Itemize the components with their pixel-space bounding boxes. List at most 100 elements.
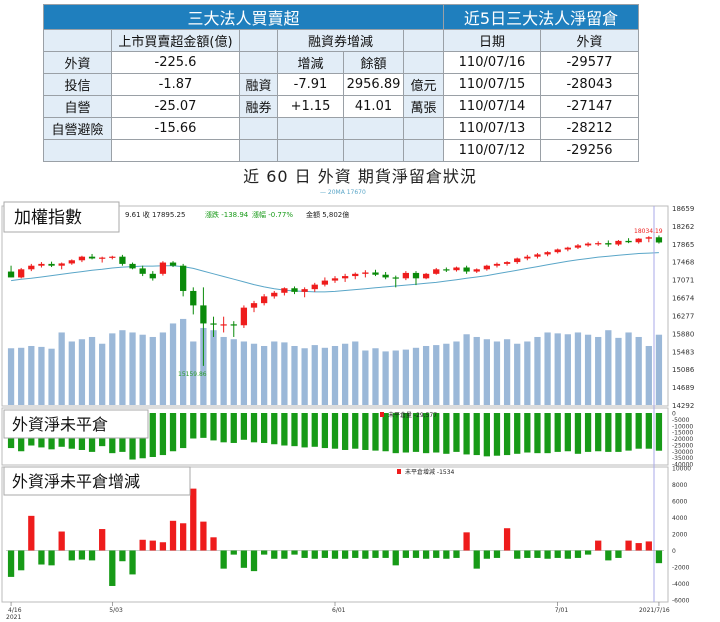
y-tick-label: 16674	[672, 295, 695, 303]
header-date: 日期	[443, 29, 541, 52]
net-foreign: -29577	[540, 51, 639, 74]
oi-legend: 未平倉量 -29,577	[388, 411, 437, 419]
candle-body	[524, 256, 531, 259]
candle-body	[190, 290, 197, 306]
futures-chart: 18659 18262 17865 17468 17071 16674 16277 15880…	[1, 189, 695, 621]
oi-bar	[503, 413, 511, 456]
volume-bar	[271, 341, 278, 405]
margin-name: 融券	[239, 95, 278, 118]
change-bar	[655, 550, 663, 564]
candle-body	[392, 277, 399, 279]
y-tick-label: 4000	[672, 515, 687, 522]
change-bar	[291, 550, 298, 555]
candle-body	[99, 257, 106, 259]
volume-bar	[382, 351, 389, 405]
candle-body	[412, 272, 420, 279]
index-change: 漲跌 -138.94	[205, 210, 249, 219]
volume-bar	[625, 332, 632, 405]
candle-body	[645, 237, 652, 239]
candle-body	[78, 256, 86, 261]
volume-bar	[574, 332, 582, 405]
oi-bar	[281, 413, 288, 446]
oi-bar	[544, 413, 551, 454]
candle-body	[554, 249, 561, 253]
change-bar	[625, 540, 632, 551]
volume-bar	[433, 345, 440, 405]
candle-body	[473, 269, 480, 272]
oi-bar	[352, 413, 359, 449]
x-tick-label: 4/16	[8, 607, 22, 614]
oi-bar	[301, 413, 308, 448]
change-bar	[99, 529, 106, 551]
change-bar	[240, 550, 248, 568]
oi-bar	[311, 413, 318, 447]
oi-bar	[655, 413, 663, 451]
candle-body	[372, 272, 379, 275]
volume-bar	[149, 336, 156, 405]
candle-body	[220, 324, 227, 326]
x-tick-label: 6/01	[332, 607, 346, 614]
index-info: 9.61 收 17895.25	[125, 210, 185, 219]
change-bar	[615, 550, 622, 558]
chart-title: 近 60 日 外資 期貨淨留倉狀況	[243, 167, 477, 186]
margin-blank	[403, 139, 444, 162]
volume-bar	[605, 330, 612, 405]
candle-body	[655, 237, 663, 243]
candle-body	[463, 267, 470, 272]
change-bar	[372, 550, 379, 558]
oi-bar	[271, 413, 278, 445]
margin-blank	[343, 117, 404, 140]
header-blank	[239, 29, 278, 52]
header-foreign: 外資	[540, 29, 639, 52]
y-tick-label: 15483	[672, 348, 694, 356]
row-name: 外資	[43, 51, 112, 74]
row-blank	[43, 139, 112, 162]
change-bar	[433, 550, 440, 558]
candle-body	[68, 260, 75, 264]
volume-bar	[129, 332, 136, 405]
candle-body	[574, 245, 582, 248]
net-date: 110/07/12	[443, 139, 541, 162]
volume-bar	[88, 336, 96, 405]
row-value: -25.07	[111, 95, 240, 118]
net-date: 110/07/14	[443, 95, 541, 118]
candle-body	[584, 243, 592, 246]
change-bar	[402, 550, 409, 558]
oi-bar	[605, 413, 612, 452]
volume-bar	[250, 343, 258, 405]
candle-body	[453, 267, 460, 271]
change-bar	[635, 543, 642, 551]
candle-body	[493, 263, 501, 266]
oi-bar	[554, 413, 561, 452]
row-name: 投信	[43, 73, 112, 96]
volume-bar	[483, 339, 490, 405]
change-bar	[220, 550, 227, 569]
row-value: -225.6	[111, 51, 240, 74]
change-bar	[139, 539, 146, 551]
net-date: 110/07/15	[443, 73, 541, 96]
volume-bar	[443, 343, 450, 405]
oi-bar	[483, 413, 490, 457]
change-bar	[159, 542, 167, 551]
candle-body	[605, 243, 612, 245]
volume-bar	[18, 347, 25, 405]
volume-bar	[422, 345, 430, 405]
volume-bar	[524, 341, 531, 405]
candle-body	[635, 238, 642, 243]
volume-bar	[372, 348, 379, 405]
change-bar	[180, 523, 187, 551]
margin-blank	[403, 51, 444, 74]
oi-bar	[645, 413, 652, 449]
volume-bar	[514, 343, 521, 405]
y-tick-label: -2000	[672, 565, 690, 572]
header-change: 增減	[277, 51, 344, 74]
row-name: 自營	[43, 95, 112, 118]
row-blank	[111, 139, 240, 162]
candle-body	[382, 274, 389, 278]
candle-body	[119, 256, 126, 264]
volume-bar	[261, 345, 268, 405]
candle-body	[7, 271, 15, 278]
volume-bar	[28, 345, 35, 405]
candle-body	[331, 278, 339, 281]
candle-body	[159, 262, 167, 274]
